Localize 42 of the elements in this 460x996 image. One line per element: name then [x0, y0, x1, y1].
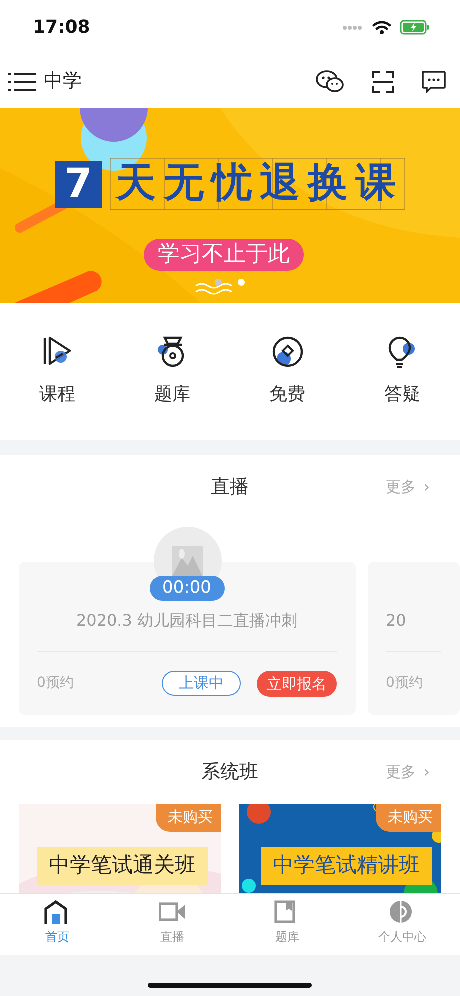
more-link[interactable]: 更多	[386, 760, 416, 784]
banner-headline: 天无忧退换课	[110, 158, 405, 210]
signal-icon	[342, 24, 364, 30]
chat-bubbles-icon[interactable]	[316, 70, 344, 94]
shortcut-label[interactable]: 课程	[40, 380, 76, 408]
live-title: 2020.3 幼儿园科目二直播冲刺	[76, 610, 298, 632]
more-link[interactable]: 更多	[386, 476, 416, 498]
status-badge: 未购买	[156, 804, 221, 832]
reservation-count: 0预约	[386, 674, 423, 693]
tab-item[interactable]: 直播	[115, 894, 230, 955]
chevron-icon[interactable]: ›	[424, 760, 430, 784]
status-time: 17:08	[33, 16, 90, 40]
course-card[interactable]: 未购买 中学笔试精讲班	[239, 804, 441, 893]
chevron-icon[interactable]: ›	[424, 476, 430, 498]
header-title: 中学	[44, 69, 82, 94]
live-card[interactable]: 00:00 2020.3 幼儿园科目二直播冲刺 0预约 上课中 立即报名	[19, 562, 356, 715]
timer-badge: 00:00	[150, 576, 224, 601]
status-badge: 未购买	[376, 804, 441, 832]
section-title: 直播	[211, 474, 249, 500]
banner-slogan: 学习不止于此	[144, 239, 304, 271]
course-card[interactable]: 未购买 中学笔试通关班	[19, 804, 221, 893]
status-button[interactable]: 上课中	[162, 671, 241, 696]
course-name: 中学笔试精讲班	[261, 847, 432, 884]
menu-icon[interactable]	[8, 70, 36, 92]
message-icon[interactable]	[422, 70, 446, 92]
reservation-count: 0预约	[37, 674, 74, 693]
section-title: 系统班	[202, 760, 258, 785]
wifi-icon	[372, 20, 392, 35]
live-title: 20	[386, 610, 408, 632]
coin-icon[interactable]	[272, 336, 304, 368]
tab-item[interactable]: 个人中心	[345, 894, 460, 955]
shortcut-label[interactable]: 免费	[270, 380, 306, 408]
shortcut-label[interactable]: 题库	[154, 380, 190, 408]
signup-button[interactable]: 立即报名	[257, 670, 337, 696]
course-name: 中学笔试通关班	[37, 847, 208, 884]
tab-item[interactable]: 首页	[0, 894, 115, 955]
scan-icon[interactable]	[372, 70, 394, 92]
tab-item[interactable]: 题库	[230, 894, 345, 955]
shortcut-label[interactable]: 答疑	[384, 380, 420, 408]
banner-number: 7	[55, 160, 102, 208]
battery-icon	[400, 20, 430, 35]
live-card[interactable]: 20 0预约	[368, 562, 460, 715]
